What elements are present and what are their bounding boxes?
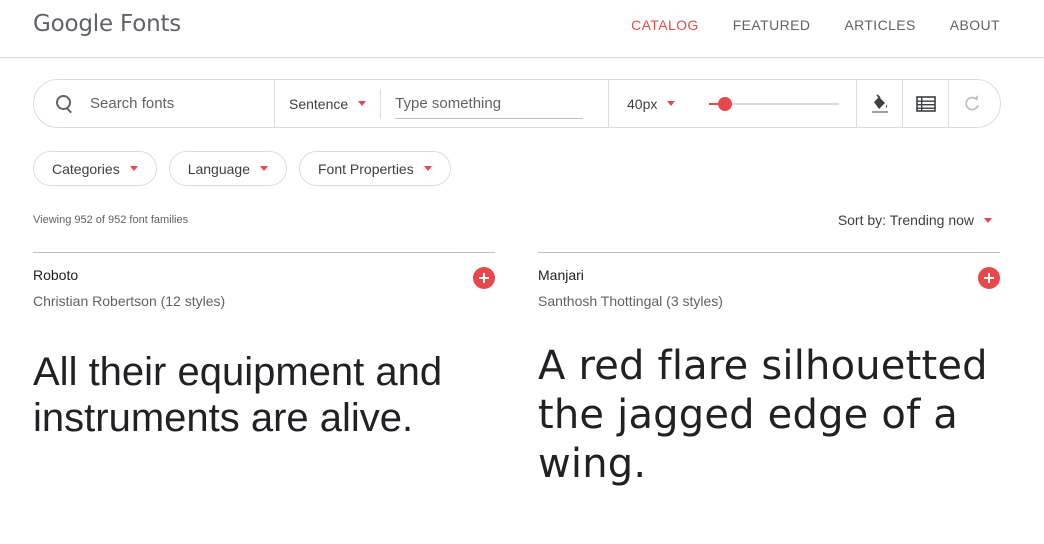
slider-thumb[interactable] <box>717 96 732 111</box>
nav-catalog[interactable]: CATALOG <box>631 17 699 33</box>
font-size-label: 40px <box>627 95 658 112</box>
sort-dropdown[interactable]: Sort by: Trending now <box>838 212 992 228</box>
nav-about[interactable]: ABOUT <box>950 17 1000 33</box>
caret-down-icon <box>984 217 992 223</box>
font-name[interactable]: Roboto <box>33 267 78 283</box>
filter-bar: Categories Language Font Properties <box>33 151 463 186</box>
caret-down-icon <box>129 166 138 171</box>
preview-text-input[interactable] <box>395 88 584 119</box>
header: Google Fonts CATALOG FEATURED ARTICLES A… <box>0 0 1044 58</box>
font-sample-text[interactable]: All their equipment and instruments are … <box>33 349 503 441</box>
preview-mode-label: Sentence <box>289 95 349 112</box>
font-card-manjari[interactable]: Manjari Santhosh Thottingal (3 styles) A… <box>538 252 1000 487</box>
font-card-roboto[interactable]: Roboto Christian Robertson (12 styles) A… <box>33 252 495 440</box>
language-filter[interactable]: Language <box>168 151 287 186</box>
nav-featured[interactable]: FEATURED <box>733 17 811 33</box>
font-size-slider[interactable] <box>709 94 839 114</box>
font-properties-filter[interactable]: Font Properties <box>299 151 451 186</box>
toolbar-icons <box>857 80 1000 127</box>
caret-down-icon <box>260 166 268 171</box>
font-sample-text[interactable]: A red flare silhouetted the jagged edge … <box>538 342 1008 489</box>
toolbar: Sentence 40px <box>33 79 1001 128</box>
font-size-segment: 40px <box>609 80 857 127</box>
preview-mode-dropdown[interactable]: Sentence <box>289 88 382 119</box>
language-filter-label: Language <box>187 160 250 177</box>
categories-filter-label: Categories <box>52 160 120 177</box>
preview-text-segment: Sentence <box>275 80 609 127</box>
paint-bucket-icon <box>871 93 888 113</box>
caret-down-icon <box>667 101 676 106</box>
background-color-button[interactable] <box>857 80 903 127</box>
search-segment <box>34 80 275 127</box>
font-author: Santhosh Thottingal (3 styles) <box>538 293 723 309</box>
reset-button[interactable] <box>949 80 995 127</box>
font-size-dropdown[interactable]: 40px <box>627 96 699 112</box>
font-name[interactable]: Manjari <box>538 267 584 283</box>
results-count: Viewing 952 of 952 font families <box>33 214 189 226</box>
nav-articles[interactable]: ARTICLES <box>844 17 915 33</box>
sort-label: Sort by: Trending now <box>837 212 974 228</box>
categories-filter[interactable]: Categories <box>33 151 157 186</box>
font-author: Christian Robertson (12 styles) <box>33 293 226 309</box>
list-view-button[interactable] <box>903 80 949 127</box>
main-nav: CATALOG FEATURED ARTICLES ABOUT <box>631 17 1044 33</box>
list-view-icon <box>915 95 936 112</box>
page: Google Fonts CATALOG FEATURED ARTICLES A… <box>0 0 1044 544</box>
add-font-button[interactable] <box>978 267 1000 289</box>
font-properties-filter-label: Font Properties <box>318 160 414 177</box>
refresh-icon <box>965 94 979 110</box>
search-input[interactable] <box>90 95 260 112</box>
caret-down-icon <box>423 166 432 171</box>
add-font-button[interactable] <box>473 267 495 289</box>
caret-down-icon <box>358 101 367 106</box>
google-fonts-logo[interactable]: Google Fonts <box>33 11 181 37</box>
search-icon <box>54 93 76 115</box>
